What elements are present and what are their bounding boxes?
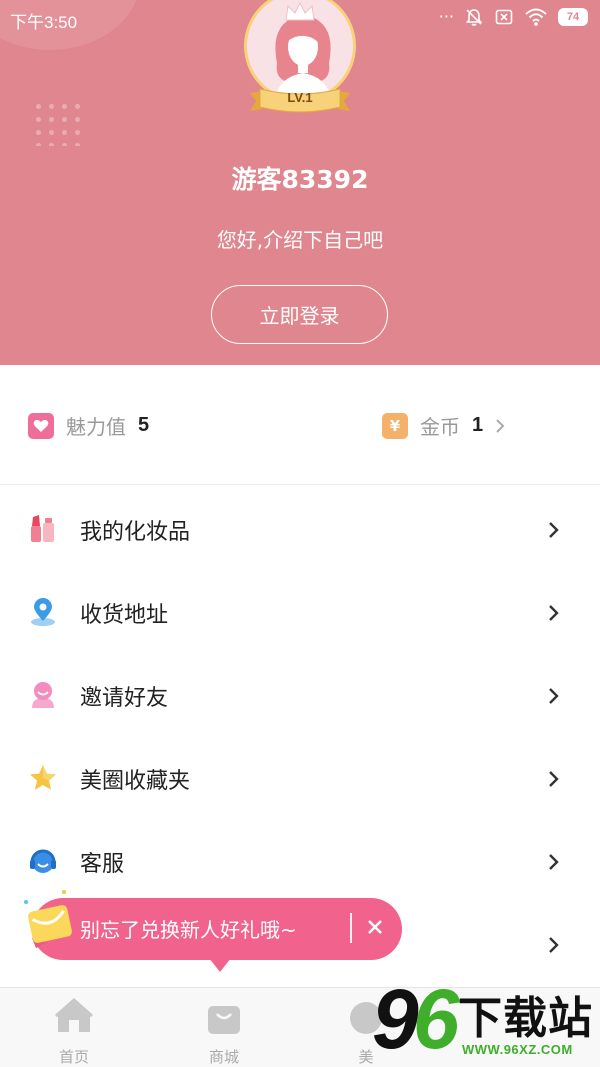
crown-icon [285,1,315,21]
heart-icon [28,412,54,439]
chevron-right-icon [549,770,559,787]
profile-header: 下午3:50 ··· 74 LV.1 游客83392 您好,介绍下自己吧 立即登… [0,0,600,365]
charm-value: 5 [138,414,150,436]
close-icon[interactable] [364,916,386,938]
menu-item-customer-service[interactable]: 客服 [0,820,600,903]
username: 游客83392 [231,165,369,194]
charm-label: 魅力值 [66,415,126,439]
yen-icon: ¥ [382,412,408,439]
home-icon [55,998,93,1032]
avatar[interactable]: LV.1 [240,0,360,130]
coins-value: 1 [472,414,484,436]
tooltip-divider [350,913,352,943]
menu-item-label: 客服 [80,851,125,877]
menu-item-cosmetics[interactable]: 我的化妆品 [0,488,600,571]
cosmetics-icon [31,515,54,542]
headset-icon [30,849,56,873]
location-pin-icon [31,598,55,626]
chevron-right-icon [549,687,559,704]
shopping-bag-icon [208,1006,240,1034]
menu-item-label: 收货地址 [80,602,169,628]
site-watermark: 96 下载站 WWW.96XZ.COM [372,974,600,1067]
status-icons: ··· 74 [439,6,588,28]
menu-item-label: 美圈收藏夹 [80,768,191,794]
tooltip-tail [209,958,231,972]
watermark-logo: 96 [372,972,459,1066]
stats-bar: 魅力值 5 ¥ 金币 1 [0,365,600,485]
mute-icon [465,9,483,26]
tab-label: 商城 [208,1048,239,1066]
watermark-site-name: 下载站 [458,993,593,1044]
tab-home[interactable]: 首页 [14,988,134,1067]
menu-item-favorites[interactable]: 美圈收藏夹 [0,737,600,820]
wifi-icon [525,8,547,26]
menu-item-address[interactable]: 收货地址 [0,571,600,654]
chevron-right-icon [549,853,559,870]
level-badge: LV.1 [287,90,313,105]
coins-label: 金币 [420,415,460,439]
star-icon [30,765,56,790]
tab-label: 首页 [58,1048,89,1066]
tab-mall[interactable]: 商城 [164,988,284,1067]
profile-tagline: 您好,介绍下自己吧 [216,228,384,252]
menu-item-label: 邀请好友 [80,685,169,711]
gift-icon [24,890,72,948]
watermark-url: WWW.96XZ.COM [462,1042,573,1057]
login-button[interactable]: 立即登录 [211,285,388,344]
invite-friend-icon [32,682,54,708]
status-time: 下午3:50 [10,13,78,32]
coins-stat[interactable]: ¥ 金币 1 [382,411,505,440]
chevron-right-icon [496,418,505,433]
chevron-right-icon [549,936,559,953]
charm-stat[interactable]: 魅力值 5 [28,411,149,440]
sim-off-icon [495,9,513,25]
menu-item-invite[interactable]: 邀请好友 [0,654,600,737]
chevron-right-icon [549,604,559,621]
chevron-right-icon [549,521,559,538]
menu-item-label: 我的化妆品 [80,519,191,545]
battery-icon: 74 [558,8,588,26]
tooltip-text: 别忘了兑换新人好礼哦~ [80,918,297,942]
more-dots-icon: ··· [438,7,454,26]
dots-decoration [32,100,86,146]
